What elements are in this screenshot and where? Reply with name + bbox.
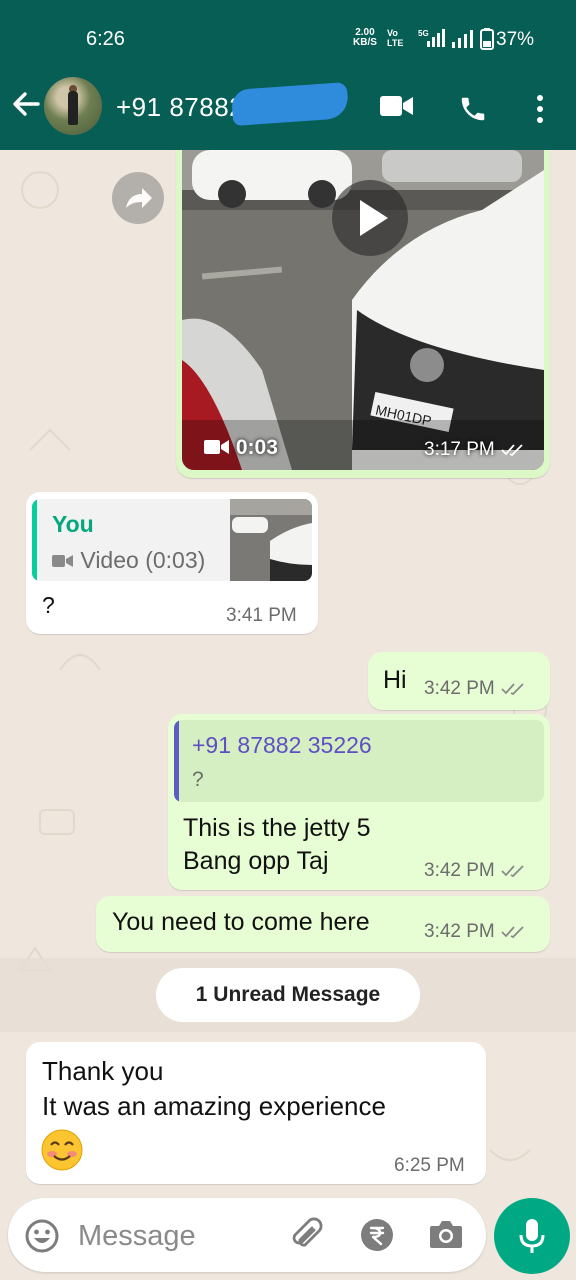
mic-button[interactable]	[494, 1198, 570, 1274]
play-icon	[360, 200, 388, 236]
volte-indicator: Vo LTE	[387, 28, 404, 48]
incoming-message[interactable]: Thank you It was an amazing experience 6…	[26, 1042, 486, 1184]
message-time: 3:42 PM	[424, 860, 527, 882]
top-bar: 6:26 2.00 KB/S Vo LTE 5G 37% +91 87882 2…	[0, 0, 576, 150]
video-thumbnail[interactable]: MH01DP 0:03 3:17 PM	[182, 150, 544, 470]
message-time: 6:25 PM	[394, 1155, 465, 1176]
quote-thumbnail	[230, 499, 312, 581]
video-camera-icon	[52, 555, 73, 567]
status-bar: 6:26 2.00 KB/S Vo LTE 5G 37%	[0, 0, 576, 72]
video-camera-icon	[204, 440, 229, 454]
message-time: 3:42 PM	[424, 921, 527, 943]
message-text: Hi	[383, 666, 407, 694]
unread-badge: 1 Unread Message	[156, 968, 420, 1022]
quoted-message[interactable]: +91 87882 35226 ?	[174, 720, 544, 802]
video-message[interactable]: MH01DP 0:03 3:17 PM	[176, 150, 550, 478]
chat-app-bar: +91 87882 26	[0, 72, 576, 150]
camera-icon[interactable]	[428, 1218, 464, 1250]
emoji-icon[interactable]	[24, 1218, 60, 1254]
network-speed: 2.00 KB/S	[353, 27, 377, 48]
more-options-icon[interactable]	[534, 94, 546, 124]
forward-button[interactable]	[112, 172, 164, 224]
redaction-scribble	[230, 81, 350, 127]
video-call-icon[interactable]	[380, 94, 414, 118]
battery-percent: 37%	[496, 29, 535, 50]
message-input-bar: Message	[8, 1198, 486, 1272]
play-button[interactable]	[332, 180, 408, 256]
video-duration: 0:03	[204, 436, 278, 460]
outgoing-message[interactable]: You need to come here 3:42 PM	[96, 896, 550, 952]
clock: 6:26	[86, 28, 125, 50]
voice-call-icon[interactable]	[458, 94, 488, 124]
quote-text: ?	[192, 768, 204, 791]
message-text: ?	[42, 592, 55, 618]
mic-icon	[519, 1219, 545, 1253]
message-text: You need to come here	[112, 908, 370, 936]
battery-icon	[480, 28, 494, 50]
signal-5g-icon: 5G	[418, 29, 445, 47]
message-text: This is the jetty 5 Bang opp Taj	[183, 814, 371, 875]
incoming-message[interactable]: You Video (0:03) ? 3:41 PM	[26, 492, 318, 634]
quote-author: You	[52, 511, 94, 537]
quote-author: +91 87882 35226	[192, 732, 372, 758]
read-ticks-icon	[501, 683, 524, 696]
back-arrow-icon[interactable]	[10, 88, 42, 120]
smiling-emoji-icon	[41, 1129, 83, 1171]
message-time: 3:17 PM	[424, 439, 525, 461]
forward-icon	[126, 188, 152, 208]
outgoing-message[interactable]: Hi 3:42 PM	[368, 652, 550, 710]
message-input[interactable]: Message	[78, 1220, 196, 1253]
read-ticks-icon	[501, 865, 524, 878]
quote-text: Video (0:03)	[52, 547, 205, 574]
read-ticks-icon	[501, 926, 524, 939]
message-text: Thank you It was an amazing experience	[42, 1056, 386, 1121]
signal-icon	[452, 30, 473, 48]
outgoing-message[interactable]: +91 87882 35226 ? This is the jetty 5 Ba…	[168, 714, 550, 890]
quoted-message[interactable]: You Video (0:03)	[32, 499, 312, 581]
message-time: 3:42 PM	[424, 678, 527, 700]
message-time: 3:41 PM	[226, 605, 297, 626]
svg-text:5G: 5G	[418, 29, 429, 38]
attach-icon[interactable]	[288, 1216, 326, 1254]
contact-avatar[interactable]	[44, 77, 102, 135]
rupee-payment-icon[interactable]	[360, 1218, 394, 1252]
read-ticks-icon	[501, 444, 523, 457]
